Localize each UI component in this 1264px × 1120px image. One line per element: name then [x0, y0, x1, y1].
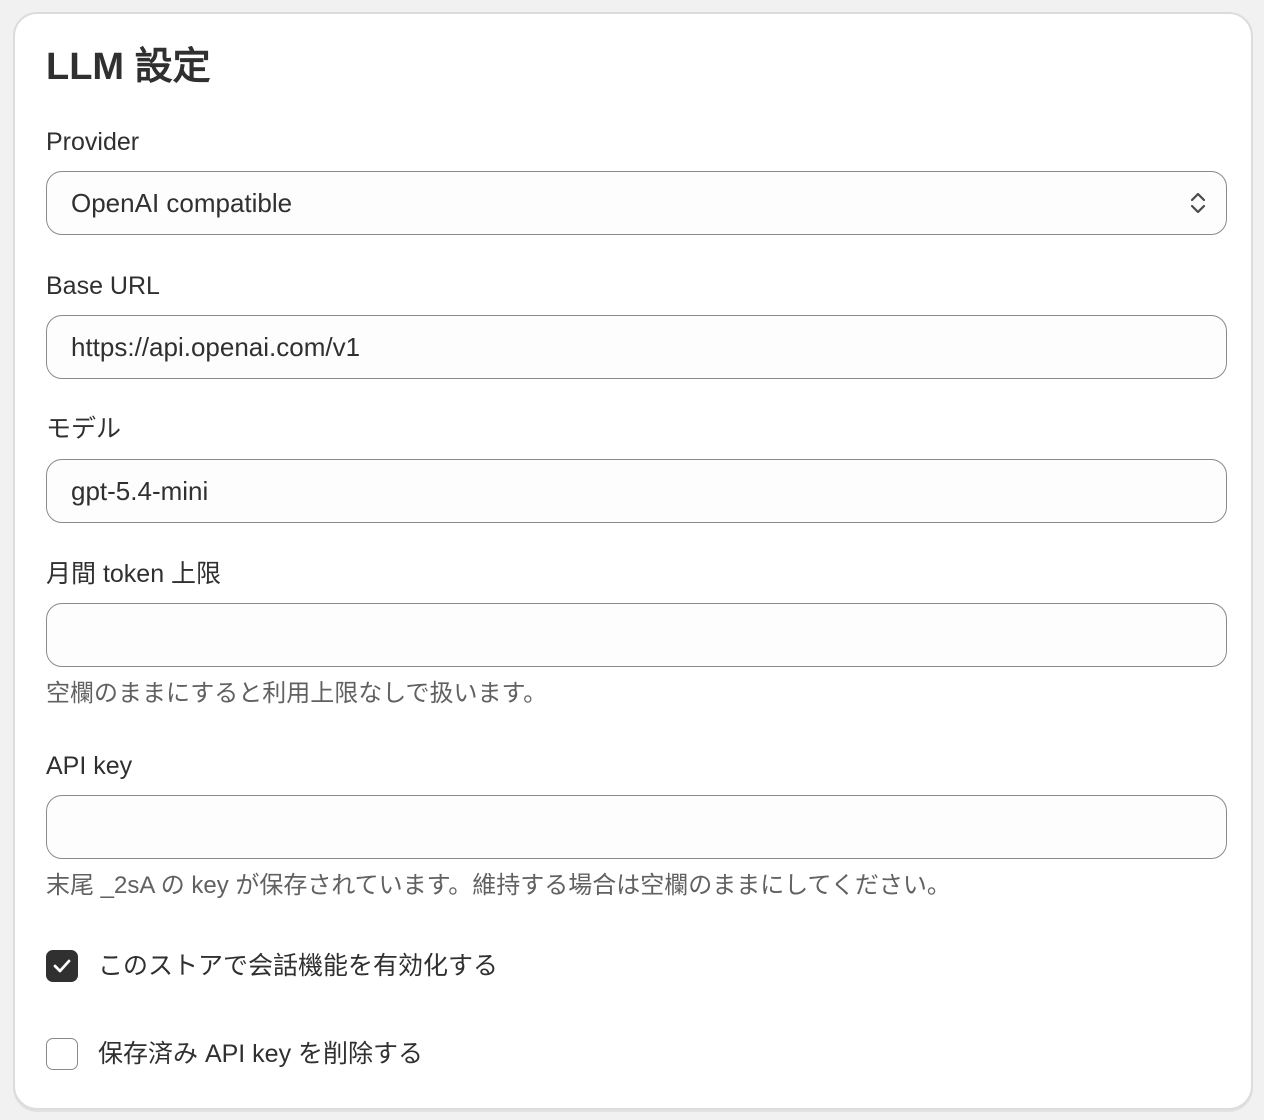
- provider-selected-value: OpenAI compatible: [71, 187, 293, 218]
- model-input[interactable]: [46, 459, 1227, 523]
- token-limit-input[interactable]: [46, 603, 1227, 667]
- enable-chat-option[interactable]: このストアで会話機能を有効化する: [46, 950, 498, 982]
- provider-label: Provider: [46, 128, 140, 156]
- token-limit-help: 空欄のままにすると利用上限なしで扱います。: [46, 680, 548, 707]
- api-key-help: 末尾 _2sA の key が保存されています。維持する場合は空欄のままにしてく…: [46, 872, 951, 899]
- delete-key-checkbox[interactable]: [46, 1038, 78, 1070]
- delete-key-option[interactable]: 保存済み API key を削除する: [46, 1038, 423, 1070]
- provider-select[interactable]: OpenAI compatible: [46, 171, 1227, 235]
- chevron-up-down-icon: [1190, 192, 1206, 214]
- model-label: モデル: [46, 415, 122, 443]
- api-key-label: API key: [46, 752, 133, 780]
- enable-chat-label: このストアで会話機能を有効化する: [98, 952, 499, 980]
- token-limit-label: 月間 token 上限: [46, 560, 222, 588]
- checkmark-icon: [53, 959, 71, 973]
- delete-key-label: 保存済み API key を削除する: [98, 1040, 424, 1068]
- enable-chat-checkbox[interactable]: [46, 950, 78, 982]
- page-title: LLM 設定: [46, 46, 211, 88]
- base-url-label: Base URL: [46, 272, 160, 300]
- base-url-input[interactable]: [46, 315, 1227, 379]
- llm-settings-card: LLM 設定 Provider OpenAI compatible Base U…: [13, 12, 1253, 1110]
- api-key-input[interactable]: [46, 795, 1227, 859]
